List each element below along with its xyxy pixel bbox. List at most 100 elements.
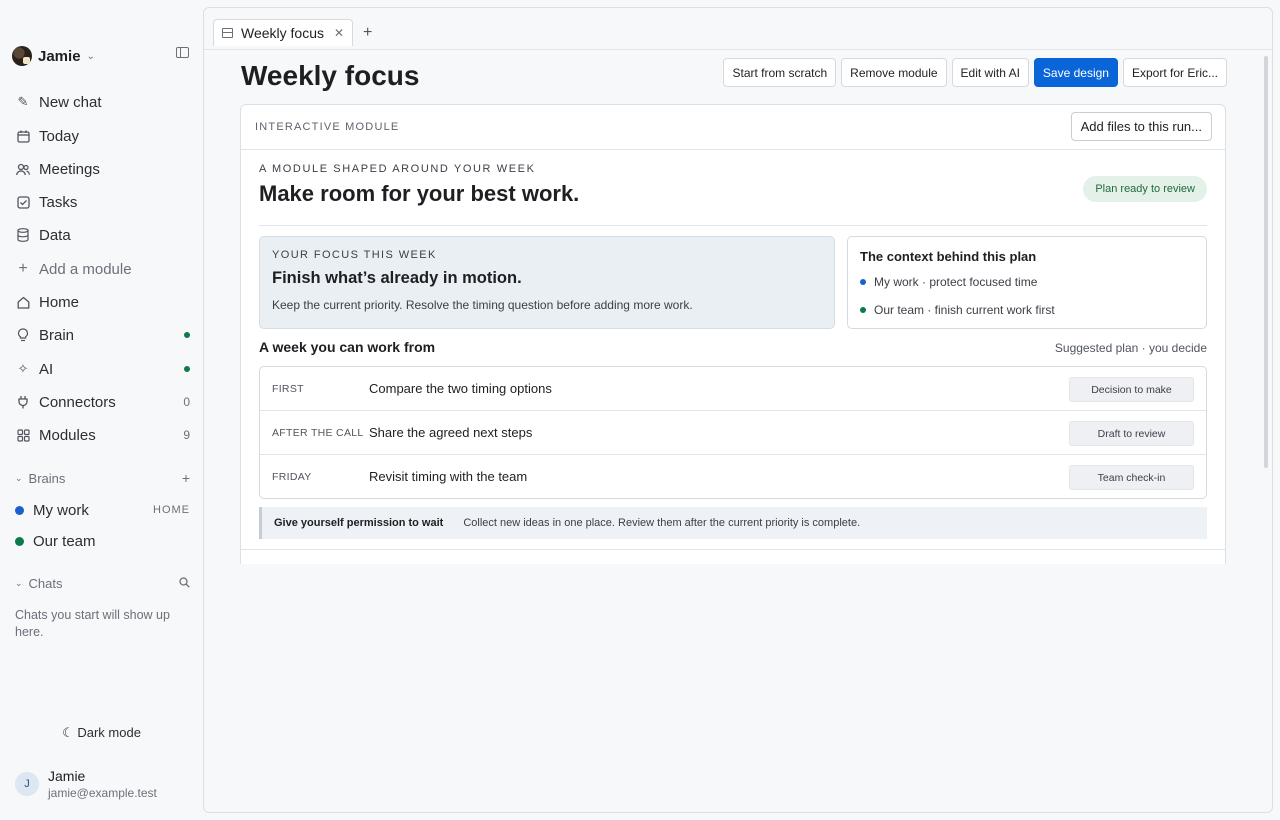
chevron-down-icon: ⌄ — [15, 577, 23, 588]
nav-label: Connectors — [39, 393, 116, 411]
dark-mode-toggle[interactable]: ☾ Dark mode — [0, 725, 203, 741]
plan-what: Compare the two timing options — [369, 381, 552, 396]
module-headline: Make room for your best work. — [259, 181, 580, 206]
plug-icon — [15, 394, 31, 410]
calendar-icon — [15, 128, 31, 144]
context-line: My work · protect focused time — [860, 275, 1037, 289]
plan-tag[interactable]: Team check-in — [1069, 465, 1194, 490]
module-header: INTERACTIVE MODULE Add files to this run… — [241, 105, 1225, 150]
nav-meetings[interactable]: Meetings — [15, 158, 190, 180]
plan-tag[interactable]: Decision to make — [1069, 377, 1194, 402]
nav-label: Add a module — [39, 260, 132, 278]
chevron-down-icon: ⌄ — [86, 50, 95, 62]
sidebar-toggle-icon[interactable] — [176, 47, 189, 58]
focus-card: YOUR FOCUS THIS WEEK Finish what’s alrea… — [259, 236, 835, 329]
nav-home[interactable]: Home — [15, 291, 190, 313]
checkbox-icon — [15, 194, 31, 210]
avatar: J — [15, 772, 39, 796]
tab-bar: Weekly focus ✕ + — [204, 8, 1272, 50]
focus-title: Finish what’s already in motion. — [272, 269, 522, 287]
nav-new-chat[interactable]: ✎ New chat — [15, 91, 190, 113]
user-email: jamie@example.test — [48, 786, 157, 800]
connectors-count: 0 — [183, 395, 190, 409]
user-profile[interactable]: J Jamie jamie@example.test — [15, 768, 157, 800]
brain-label: Our team — [33, 532, 96, 550]
workspace-avatar — [12, 46, 32, 66]
table-row[interactable]: FIRST Compare the two timing options Dec… — [260, 367, 1206, 411]
table-icon — [222, 28, 233, 38]
grid-icon — [15, 427, 31, 443]
nav-label: Tasks — [39, 193, 78, 211]
table-row[interactable]: AFTER THE CALL Share the agreed next ste… — [260, 411, 1206, 455]
scrollbar[interactable] — [1264, 56, 1268, 468]
sidebar: Jamie ⌄ ✎ New chat Today Meetings Tasks … — [0, 0, 203, 820]
status-badge: Plan ready to review — [1083, 176, 1207, 202]
week-note: Suggested plan · you decide — [1054, 341, 1207, 355]
nav-label: Data — [39, 226, 71, 244]
brain-item-our-team[interactable]: Our team — [15, 531, 190, 551]
nav-connectors[interactable]: Connectors 0 — [15, 391, 190, 413]
nav-modules[interactable]: Modules 9 — [15, 424, 190, 446]
modules-count: 9 — [183, 428, 190, 442]
divider — [259, 225, 1207, 226]
database-icon — [15, 227, 31, 243]
nav-ai[interactable]: ✧ AI — [15, 358, 190, 380]
nav-label: Brain — [39, 326, 75, 344]
status-dot — [184, 332, 190, 338]
chevron-down-icon: ⌄ — [15, 472, 23, 483]
close-icon[interactable]: ✕ — [334, 26, 344, 40]
module-label: INTERACTIVE MODULE — [255, 121, 400, 133]
new-tab-icon[interactable]: + — [363, 24, 372, 42]
dark-mode-label: Dark mode — [77, 725, 141, 740]
nav-label: AI — [39, 360, 54, 378]
brain-item-my-work[interactable]: My work HOME — [15, 500, 190, 520]
brain-color-dot — [15, 505, 24, 515]
context-dot — [860, 279, 866, 285]
home-icon — [15, 294, 31, 310]
plan-table: FIRST Compare the two timing options Dec… — [259, 366, 1207, 499]
brain-color-dot — [15, 536, 24, 546]
sparkle-icon: ✧ — [17, 361, 29, 376]
brains-header-label: Brains — [28, 470, 66, 486]
table-row[interactable]: FRIDAY Revisit timing with the team Team… — [260, 455, 1206, 498]
tab-weekly-focus[interactable]: Weekly focus ✕ — [213, 19, 353, 46]
nav-tasks[interactable]: Tasks — [15, 191, 190, 213]
context-card: The context behind this plan My work · p… — [847, 236, 1207, 329]
plan-when: FIRST — [272, 383, 304, 395]
nav-label: Meetings — [39, 160, 100, 178]
nav-today[interactable]: Today — [15, 125, 190, 147]
lightbulb-icon — [15, 327, 31, 343]
start-from-scratch-button[interactable]: Start from scratch — [723, 58, 837, 87]
workspace-name: Jamie — [38, 47, 81, 65]
user-name: Jamie — [48, 768, 86, 784]
toolbar: Start from scratch Remove module Edit wi… — [723, 58, 1227, 87]
permission-note: Give yourself permission to wait Collect… — [259, 507, 1207, 539]
nav-add-module[interactable]: + Add a module — [15, 258, 190, 280]
plan-what: Revisit timing with the team — [369, 469, 528, 484]
nav-data[interactable]: Data — [15, 224, 190, 246]
plan-what: Share the agreed next steps — [369, 425, 533, 440]
add-files-button[interactable]: Add files to this run... — [1070, 112, 1212, 141]
save-design-button[interactable]: Save design — [1033, 58, 1118, 87]
workspace-switcher[interactable]: Jamie ⌄ — [12, 44, 192, 68]
pencil-icon: ✎ — [17, 94, 29, 109]
chats-section-header[interactable]: ⌄ Chats — [15, 574, 190, 592]
home-tag: HOME — [153, 504, 190, 516]
status-dot — [184, 366, 190, 372]
plan-tag[interactable]: Draft to review — [1069, 421, 1194, 446]
focus-kicker: YOUR FOCUS THIS WEEK — [272, 249, 437, 261]
nav-label: Today — [39, 127, 80, 145]
edit-with-ai-button[interactable]: Edit with AI — [951, 58, 1029, 87]
export-button[interactable]: Export for Eric... — [1122, 58, 1227, 87]
divider — [241, 549, 1225, 550]
interactive-module: INTERACTIVE MODULE Add files to this run… — [240, 104, 1226, 564]
add-brain-icon[interactable]: + — [182, 470, 190, 486]
nav-brain[interactable]: Brain — [15, 324, 190, 346]
remove-module-button[interactable]: Remove module — [841, 58, 947, 87]
permission-text: Collect new ideas in one place. Review t… — [463, 517, 861, 529]
brain-label: My work — [33, 501, 89, 519]
brains-section-header[interactable]: ⌄ Brains + — [15, 469, 190, 487]
search-icon[interactable] — [179, 575, 190, 591]
nav-label: Modules — [39, 426, 96, 444]
moon-icon: ☾ — [62, 725, 74, 740]
